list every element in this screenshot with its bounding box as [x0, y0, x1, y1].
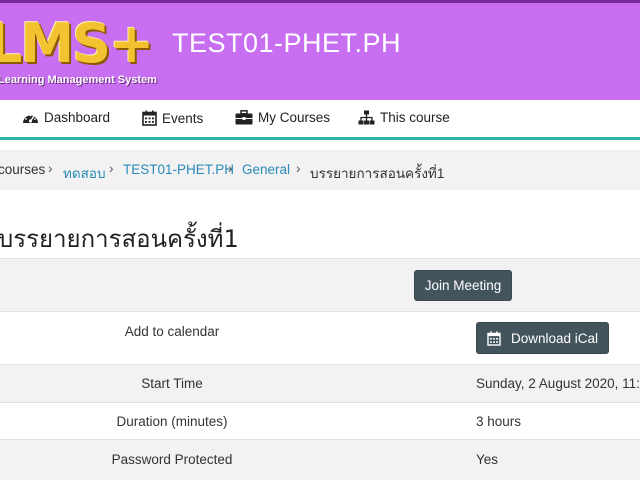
page-title: บรรยายการสอนครั้งที่1: [0, 225, 239, 253]
password-protected-label: Password Protected: [111, 452, 233, 467]
nav-item-this-course[interactable]: This course: [358, 110, 450, 125]
join-meeting-button[interactable]: Join Meeting: [414, 270, 512, 301]
breadcrumb-separator: ›: [109, 161, 114, 176]
download-ical-button[interactable]: Download iCal: [476, 322, 609, 354]
calendar-icon: [487, 331, 501, 346]
nav-label-dashboard: Dashboard: [44, 110, 111, 125]
table-row: Add to calendar Download iCal: [0, 311, 640, 364]
logo-subtitle: Learning Management System: [0, 74, 157, 86]
nav-label-my-courses: My Courses: [258, 110, 331, 125]
sitemap-icon: [358, 110, 375, 125]
table-row: Join Meeting: [0, 258, 640, 311]
main-navbar: Dashboard Events My Courses This course: [0, 100, 640, 140]
breadcrumb-courses[interactable]: courses: [0, 162, 45, 177]
breadcrumb-separator: ›: [48, 161, 53, 176]
breadcrumb-course[interactable]: TEST01-PHET.PH: [123, 162, 234, 177]
breadcrumb-separator: ›: [296, 161, 301, 176]
breadcrumb: courses › ทดสอบ › TEST01-PHET.PH › Gener…: [0, 150, 640, 190]
duration-value: 3 hours: [476, 414, 522, 429]
download-ical-label: Download iCal: [510, 330, 599, 346]
duration-label: Duration (minutes): [116, 414, 228, 429]
breadcrumb-section[interactable]: General: [242, 162, 290, 177]
breadcrumb-category[interactable]: ทดสอบ: [63, 162, 106, 184]
table-row: Duration (minutes) 3 hours: [0, 402, 640, 439]
site-logo[interactable]: LMS+: [0, 13, 154, 75]
start-time-value: Sunday, 2 August 2020, 11:3: [476, 376, 640, 391]
start-time-label: Start Time: [141, 376, 203, 391]
password-protected-value: Yes: [476, 452, 499, 467]
nav-label-this-course: This course: [380, 110, 450, 125]
breadcrumb-current: บรรยายการสอนครั้งที่1: [310, 166, 445, 181]
table-row: Password Protected Yes: [0, 439, 640, 480]
breadcrumb-separator: ›: [228, 161, 233, 176]
site-title[interactable]: TEST01-PHET.PH: [172, 28, 401, 59]
nav-label-events: Events: [162, 110, 204, 126]
nav-item-events[interactable]: Events: [142, 110, 203, 126]
table-row: Start Time Sunday, 2 August 2020, 11:3: [0, 364, 640, 402]
site-header: LMS+ Learning Management System TEST01-P…: [0, 0, 640, 100]
nav-item-my-courses[interactable]: My Courses: [235, 110, 330, 125]
briefcase-icon: [235, 110, 253, 125]
add-to-calendar-label: Add to calendar: [124, 324, 220, 339]
dashboard-icon: [23, 114, 38, 123]
join-meeting-label: Join Meeting: [424, 278, 502, 293]
calendar-icon: [142, 110, 157, 126]
nav-item-dashboard[interactable]: Dashboard: [22, 110, 110, 125]
